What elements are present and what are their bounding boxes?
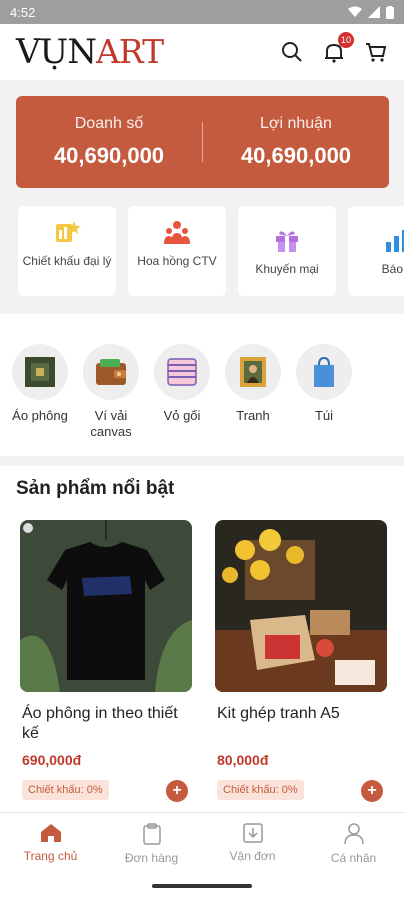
user-icon (343, 823, 364, 845)
notification-badge: 10 (338, 32, 354, 48)
product-name[interactable]: Áo phông in theo thiết kế (20, 704, 192, 744)
category-canvas-wallet[interactable]: Ví vải canvas (81, 344, 141, 456)
status-time: 4:52 (10, 4, 36, 20)
product-card[interactable]: Kit ghép tranh A5 80,000đ Chiết khấu: 0%… (215, 520, 387, 810)
product-card[interactable]: Áo phông in theo thiết kế 690,000đ Chiết… (20, 520, 192, 810)
nav-orders[interactable]: Đơn hàng (101, 813, 202, 876)
product-price: 80,000đ (217, 752, 269, 768)
gift-icon (276, 230, 298, 252)
add-to-cart-button[interactable]: + (166, 780, 188, 802)
bag-category-icon (314, 356, 334, 387)
wifi-icon (348, 6, 362, 17)
clipboard-icon (142, 823, 161, 845)
tshirt-category-icon (25, 357, 55, 387)
category-painting[interactable]: Tranh (223, 344, 283, 456)
profit-label: Lợi nhuận (260, 115, 332, 132)
battery-icon (386, 5, 394, 19)
category-pillowcase[interactable]: Vỏ gối (152, 344, 212, 456)
sales-value: 40,690,000 (53, 143, 165, 168)
sales-label: Doanh số (74, 115, 144, 132)
search-icon[interactable] (280, 40, 304, 64)
app-header: VỤN ART 10 (0, 24, 404, 80)
agent-discount-icon (56, 221, 81, 242)
nav-shipping[interactable]: Vận đơn (202, 813, 303, 876)
gesture-area (0, 876, 404, 900)
category-list: Áo phông Ví vải canvas Vỏ gối Tranh Túi (0, 314, 404, 456)
quick-action-agent-discount[interactable]: Chiết khấu đại lý (18, 206, 116, 296)
pillow-category-icon (167, 358, 197, 386)
vunart-logo[interactable]: VỤN ART (16, 32, 164, 72)
product-discount-badge: Chiết khấu: 0% (217, 780, 304, 800)
cart-icon[interactable] (364, 40, 388, 64)
product-image-tshirt[interactable] (20, 520, 192, 692)
featured-products-section: Sản phẩm nổi bật Áo phông in theo thiết … (0, 466, 404, 812)
product-discount-badge: Chiết khấu: 0% (22, 780, 109, 800)
home-indicator[interactable] (152, 884, 252, 888)
shipping-box-icon (242, 823, 263, 843)
status-bar: 4:52 (0, 0, 404, 24)
profit-value: 40,690,000 (240, 143, 352, 168)
add-to-cart-button[interactable]: + (361, 780, 383, 802)
category-bag[interactable]: Túi (294, 344, 354, 456)
home-icon (40, 824, 61, 842)
quick-action-commission[interactable]: Hoa hồng CTV (128, 206, 226, 296)
plus-icon: + (367, 782, 377, 799)
product-image-puzzle-kit[interactable] (215, 520, 387, 692)
nav-profile[interactable]: Cá nhân (303, 813, 404, 876)
quick-action-report[interactable]: Báo c (348, 206, 404, 296)
category-tshirt[interactable]: Áo phông (10, 344, 70, 456)
featured-title: Sản phẩm nổi bật (16, 478, 175, 499)
product-price: 690,000đ (22, 752, 82, 768)
plus-icon: + (172, 782, 182, 799)
painting-category-icon (240, 357, 266, 387)
signal-icon (368, 6, 380, 18)
bottom-navigation: Trang chủ Đơn hàng Vận đơn Cá nhân (0, 812, 404, 876)
notification-bell-icon[interactable]: 10 (322, 32, 354, 64)
product-name[interactable]: Kit ghép tranh A5 (215, 704, 387, 724)
commission-icon (164, 221, 190, 244)
wallet-category-icon (96, 359, 126, 385)
report-chart-icon (386, 229, 404, 252)
quick-actions: Chiết khấu đại lý Hoa hồng CTV Khuyến mạ… (18, 206, 404, 298)
nav-home[interactable]: Trang chủ (0, 813, 101, 876)
quick-action-promotion[interactable]: Khuyến mại (238, 206, 336, 296)
revenue-summary-card[interactable]: Doanh số 40,690,000 Lợi nhuận 40,690,000 (16, 96, 389, 188)
